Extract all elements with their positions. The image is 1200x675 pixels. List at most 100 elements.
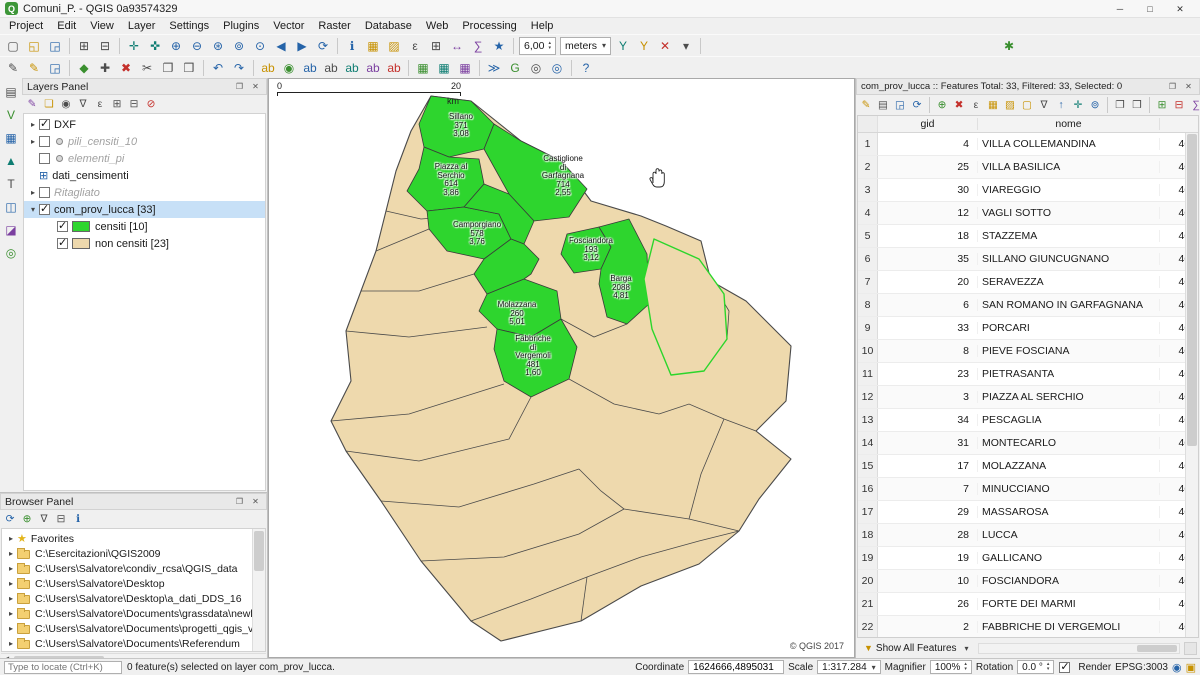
row-number-cell[interactable]: 7 [858,271,878,293]
open-layer-styling-button[interactable]: ✎ [24,96,40,112]
row-number-cell[interactable]: 17 [858,501,878,523]
cell-nome[interactable]: FOSCIANDORA [978,575,1160,587]
map-canvas[interactable]: Sillano3713,08Piazza alSerchio6143,86Cas… [268,78,855,658]
delete-selected-button[interactable]: ✖ [951,97,967,113]
table-row[interactable]: 933PORCARI460 [858,317,1198,340]
toggle-editing-button[interactable]: ✎ [858,97,874,113]
expander-icon[interactable]: ▸ [6,594,16,603]
cell-gid[interactable]: 10 [878,575,978,587]
cell-gid[interactable]: 12 [878,207,978,219]
layer-item-dati-censimenti[interactable]: ⊞dati_censimenti [24,167,265,184]
save-project-button[interactable]: ◲ [45,36,65,56]
table-row[interactable]: 1334PESCAGLIA460 [858,409,1198,432]
layer-labeling-button[interactable]: ab [258,58,278,78]
scale-combo[interactable]: 1:317.284 ▾ [817,660,881,674]
cell-nome[interactable]: PIETRASANTA [978,368,1160,380]
browser-item-c-users-salvatore-documents-grassdata-newl[interactable]: ▸C:\Users\Salvatore\Documents\grassdata\… [2,606,265,621]
zoom-to-layer-button[interactable]: ⊙ [250,36,270,56]
layer-checkbox[interactable] [39,119,50,130]
spinbox-arrows[interactable]: ▴▾ [548,41,551,51]
cell-gid[interactable]: 23 [878,368,978,380]
snapping-options-button[interactable]: Y [613,36,633,56]
cell-nome[interactable]: SERAVEZZA [978,276,1160,288]
copy-features-button[interactable]: ❐ [158,58,178,78]
enable-properties-button[interactable]: ℹ [70,511,86,527]
save-edits-button[interactable]: ◲ [45,58,65,78]
scrollbar-thumb[interactable] [1137,645,1177,652]
highlight-pinned-labels-button[interactable]: ab [300,58,320,78]
menu-raster[interactable]: Raster [311,19,357,33]
cell-nome[interactable]: STAZZEMA [978,230,1160,242]
minimize-button[interactable]: ─ [1105,1,1135,17]
open-project-button[interactable]: ◱ [24,36,44,56]
add-polygon-feature-button[interactable]: ◆ [74,58,94,78]
cell-gid[interactable]: 30 [878,184,978,196]
toggle-editing-button[interactable]: ✎ [24,58,44,78]
pan-to-selection-button[interactable]: ✜ [145,36,165,56]
cell-nome[interactable]: SILLANO GIUNCUGNANO [978,253,1160,265]
filter-legend-button[interactable]: ∇ [75,96,91,112]
value-spinbox[interactable]: 6,00 ▴▾ [519,37,556,55]
cell-gid[interactable]: 25 [878,161,978,173]
refresh-map-button[interactable]: ⟳ [313,36,333,56]
browser-item-c-users-salvatore-condiv-rcsa-qgis-data[interactable]: ▸C:\Users\Salvatore\condiv_rcsa\QGIS_dat… [2,561,265,576]
clear-snapping-button[interactable]: ✕ [655,36,675,56]
row-number-cell[interactable]: 6 [858,248,878,270]
layer-checkbox[interactable] [39,187,50,198]
row-number-cell[interactable]: 16 [858,478,878,500]
close-panel-button[interactable]: ✕ [249,497,262,506]
cell-nome[interactable]: FABBRICHE DI VERGEMOLI [978,621,1160,633]
menu-database[interactable]: Database [358,19,419,33]
cell-gid[interactable]: 6 [878,299,978,311]
cell-nome[interactable]: PESCAGLIA [978,414,1160,426]
add-selected-layers-button[interactable]: ⊕ [19,511,35,527]
table-row[interactable]: 1919GALLICANO460 [858,547,1198,570]
processing-toolbox-button[interactable]: ✱ [999,36,1019,56]
messages-icon[interactable]: ▣ [1186,661,1196,674]
zoom-to-selection-button[interactable]: ⊚ [1087,97,1103,113]
menu-settings[interactable]: Settings [162,19,216,33]
float-panel-button[interactable]: ❐ [233,82,246,91]
cell-nome[interactable]: PORCARI [978,322,1160,334]
menu-view[interactable]: View [83,19,121,33]
browser-item-c-esercitazioni-qgis2009[interactable]: ▸C:\Esercitazioni\QGIS2009 [2,546,265,561]
expander-icon[interactable]: ▸ [6,534,16,543]
cell-nome[interactable]: VILLA BASILICA [978,161,1160,173]
cell-gid[interactable]: 2 [878,621,978,633]
add-feature-button[interactable]: ⊕ [934,97,950,113]
whats-this-button[interactable]: ? [576,58,596,78]
reload-table-button[interactable]: ⟳ [909,97,925,113]
metasearch-button[interactable]: ◎ [547,58,567,78]
expander-icon[interactable]: ▸ [6,549,16,558]
cell-nome[interactable]: SAN ROMANO IN GARFAGNANA [978,299,1160,311]
add-raster-layer-button[interactable]: ▦ [1,128,21,148]
browser-vertical-scrollbar[interactable] [252,529,265,651]
row-number-cell[interactable]: 3 [858,179,878,201]
row-number-cell[interactable]: 14 [858,432,878,454]
python-console-button[interactable]: ≫ [484,58,504,78]
cell-gid[interactable]: 17 [878,460,978,472]
table-row[interactable]: 1123PIETRASANTA460 [858,363,1198,386]
cell-nome[interactable]: PIAZZA AL SERCHIO [978,391,1160,403]
table-row[interactable]: 330VIAREGGIO460 [858,179,1198,202]
cell-gid[interactable]: 8 [878,345,978,357]
table-row[interactable]: 720SERAVEZZA460 [858,271,1198,294]
new-shapefile-layer-button[interactable]: ▦ [413,58,433,78]
cell-gid[interactable]: 29 [878,506,978,518]
expander-icon[interactable]: ▸ [6,639,16,648]
cell-nome[interactable]: MOLAZZANA [978,460,1160,472]
layer-diagram-button[interactable]: ◉ [279,58,299,78]
float-panel-button[interactable]: ❐ [233,497,246,506]
layer-item-censiti-10[interactable]: censiti [10] [24,218,265,235]
row-number-cell[interactable]: 11 [858,363,878,385]
expander-icon[interactable]: ▸ [28,188,38,197]
row-number-cell[interactable]: 4 [858,202,878,224]
cell-gid[interactable]: 33 [878,322,978,334]
cell-gid[interactable]: 4 [878,138,978,150]
open-data-source-manager-button[interactable]: ▤ [1,82,21,102]
table-row[interactable]: 14VILLA COLLEMANDINA460 [858,133,1198,156]
table-row[interactable]: 518STAZZEMA460 [858,225,1198,248]
new-geopackage-layer-button[interactable]: ▦ [434,58,454,78]
change-label-button[interactable]: ab [384,58,404,78]
cell-nome[interactable]: LUCCA [978,529,1160,541]
